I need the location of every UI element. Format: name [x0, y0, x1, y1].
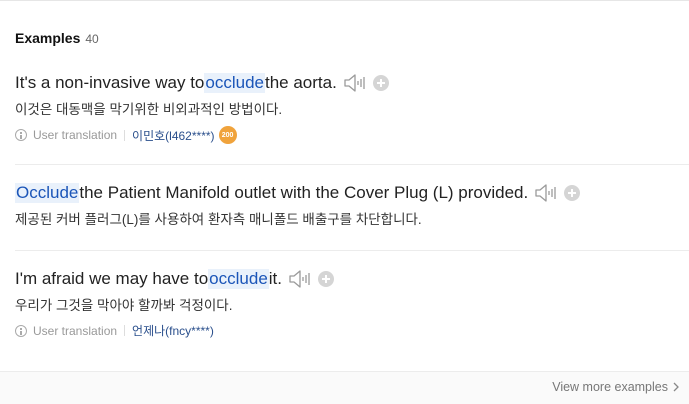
- plus-icon[interactable]: [318, 271, 335, 287]
- speaker-icon[interactable]: [288, 269, 312, 289]
- info-icon: [15, 324, 27, 337]
- highlighted-word[interactable]: occlude: [204, 73, 265, 93]
- view-more-label: View more examples: [552, 380, 668, 394]
- translator-link[interactable]: 이민호(l462****): [132, 127, 214, 144]
- highlighted-word[interactable]: occlude: [208, 269, 269, 289]
- user-translation-label: User translation: [33, 128, 118, 142]
- highlighted-word[interactable]: Occlude: [15, 183, 80, 203]
- example-item: Occlude the Patient Manifold outlet with…: [0, 182, 689, 228]
- level-badge: 200: [218, 126, 237, 144]
- example-korean: 우리가 그것을 막아야 할까봐 걱정이다.: [15, 298, 233, 313]
- examples-footer: View more examples: [0, 371, 689, 404]
- example-english: Occlude the Patient Manifold outlet with…: [15, 182, 689, 204]
- example-text: I'm afraid we may have to: [15, 269, 209, 288]
- meta-separator: [124, 325, 126, 336]
- examples-title: Examples: [15, 30, 81, 46]
- example-text: It's a non-invasive way to: [15, 73, 205, 92]
- view-more-examples-link[interactable]: View more examples: [552, 380, 681, 394]
- example-item: It's a non-invasive way to occlude the a…: [0, 72, 689, 144]
- example-text: the Patient Manifold outlet with the Cov…: [79, 183, 529, 202]
- translation-meta: User translation 언제나(fncy****): [15, 322, 689, 339]
- examples-count: 40: [85, 32, 99, 46]
- example-item: I'm afraid we may have to occlude it. 우리…: [0, 268, 689, 339]
- example-english: I'm afraid we may have to occlude it.: [15, 268, 689, 290]
- translation-meta: User translation 이민호(l462****) 200: [15, 126, 689, 144]
- example-divider: [15, 250, 689, 251]
- example-text: it.: [268, 269, 283, 288]
- speaker-icon[interactable]: [534, 183, 558, 203]
- user-translation-label: User translation: [33, 323, 118, 338]
- info-icon: [15, 129, 27, 141]
- speaker-icon[interactable]: [343, 73, 367, 93]
- plus-icon[interactable]: [564, 185, 581, 201]
- example-text: the aorta.: [265, 73, 337, 92]
- top-divider: [0, 0, 689, 1]
- example-korean: 제공된 커버 플러그(L)를 사용하여 환자측 매니폴드 배출구를 차단합니다.: [15, 212, 422, 227]
- examples-header: Examples 40: [15, 30, 99, 46]
- chevron-right-icon: [673, 382, 679, 392]
- plus-icon[interactable]: [372, 75, 389, 91]
- example-divider: [15, 164, 689, 165]
- translator-link[interactable]: 언제나(fncy****): [132, 322, 214, 339]
- meta-separator: [124, 129, 126, 141]
- example-english: It's a non-invasive way to occlude the a…: [15, 72, 689, 94]
- example-korean: 이것은 대동맥을 막기위한 비외과적인 방법이다.: [15, 102, 283, 117]
